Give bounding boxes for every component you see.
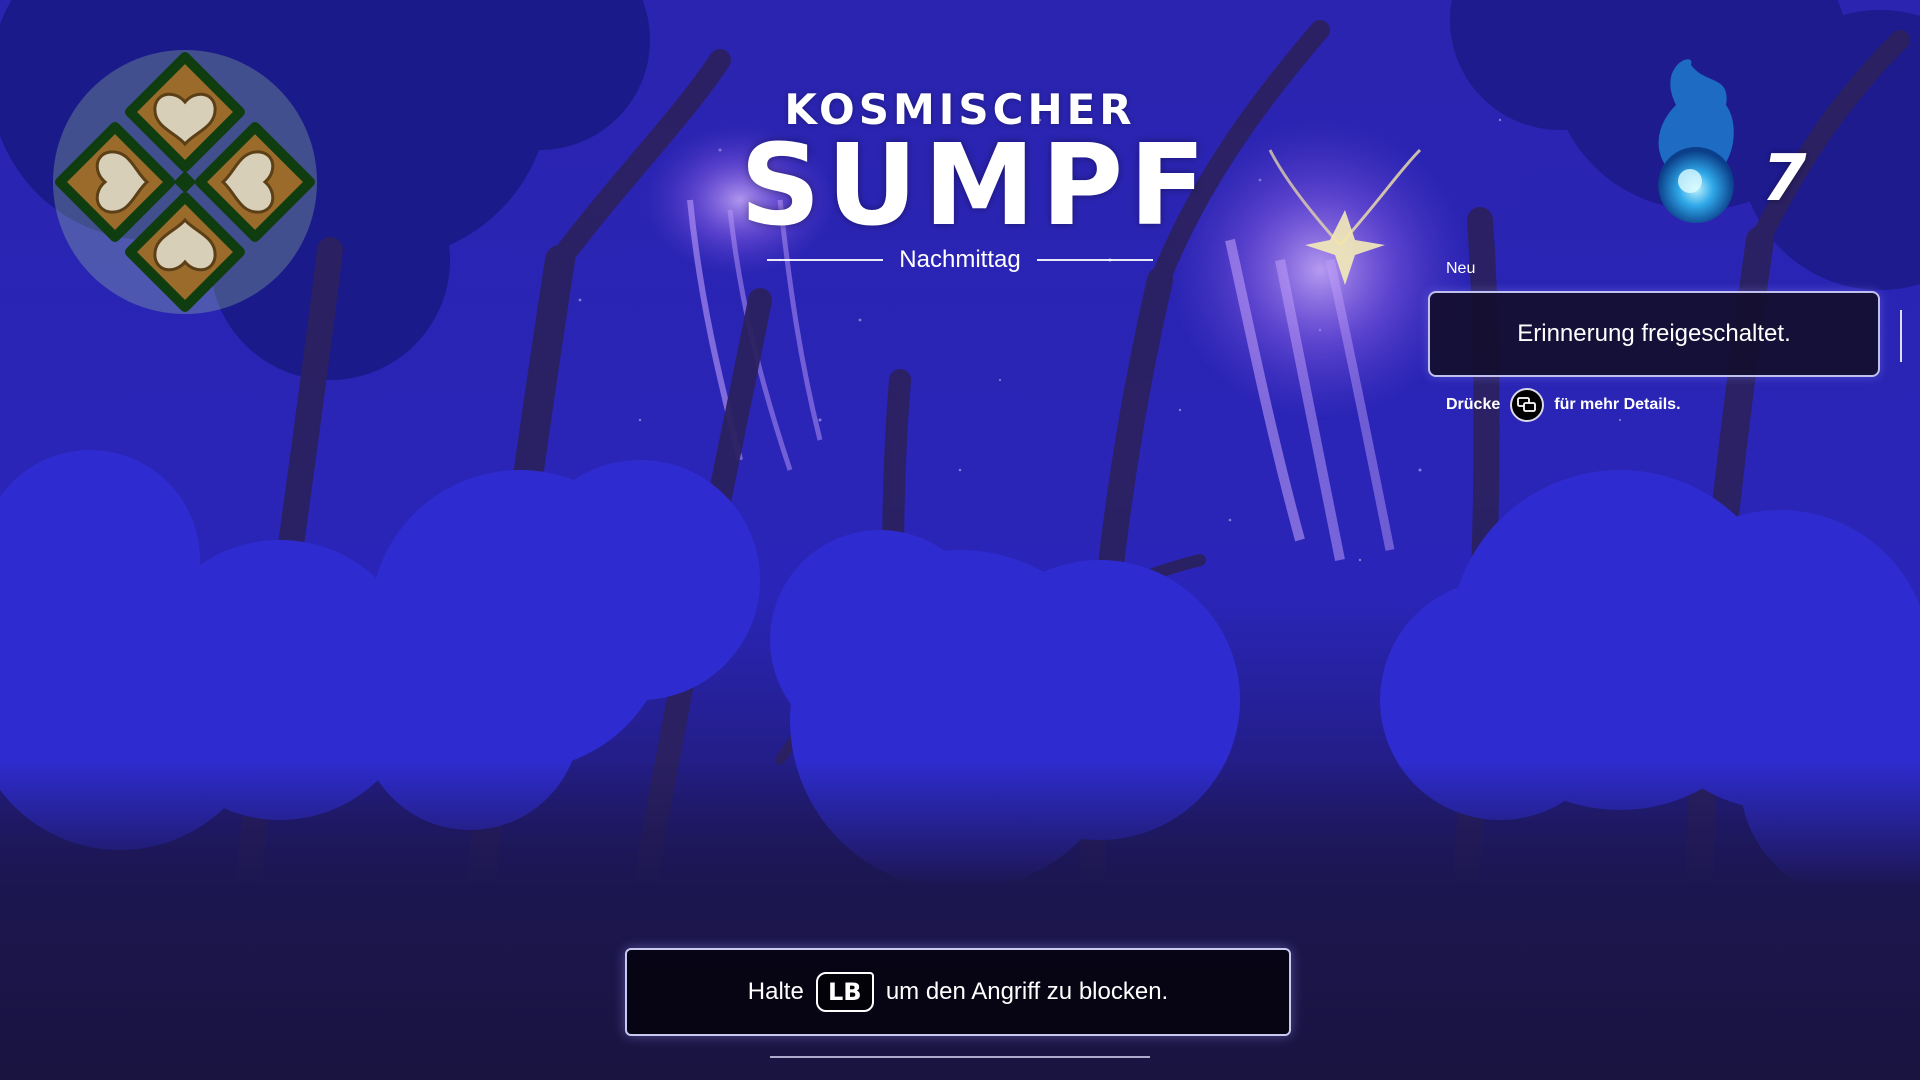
prompt-suffix: um den Angriff zu blocken. <box>885 978 1169 1005</box>
area-title-main: SUMPF <box>740 121 1212 251</box>
prompt-prefix: Halte <box>747 978 804 1005</box>
four-hearts-clover-emblem-icon <box>53 50 317 314</box>
tutorial-prompt: Halte LB um den Angriff zu blocken. <box>625 948 1291 1036</box>
area-title: KOSMISCHER SUMPF Nachmittag <box>740 88 1212 274</box>
notification-tag: Neu <box>1446 260 1476 277</box>
notification-hint: Drücke für mehr Details. <box>1446 388 1681 422</box>
time-of-day-label: Nachmittag <box>899 246 1021 273</box>
hint-suffix: für mehr Details. <box>1554 396 1681 413</box>
notification-panel[interactable]: Erinnerung freigeschaltet. <box>1428 291 1880 377</box>
view-button-icon[interactable] <box>1510 388 1545 422</box>
hint-prefix: Drücke <box>1446 396 1501 413</box>
bottom-divider <box>770 1056 1150 1058</box>
notification-message: Erinnerung freigeschaltet. <box>1517 320 1791 347</box>
subtitle-rule-left <box>767 259 884 261</box>
subtitle-rule-right <box>1036 259 1153 261</box>
lb-button-icon: LB <box>815 972 874 1012</box>
notification-side-divider <box>1900 310 1902 362</box>
currency-count: 7 <box>1762 142 1807 216</box>
